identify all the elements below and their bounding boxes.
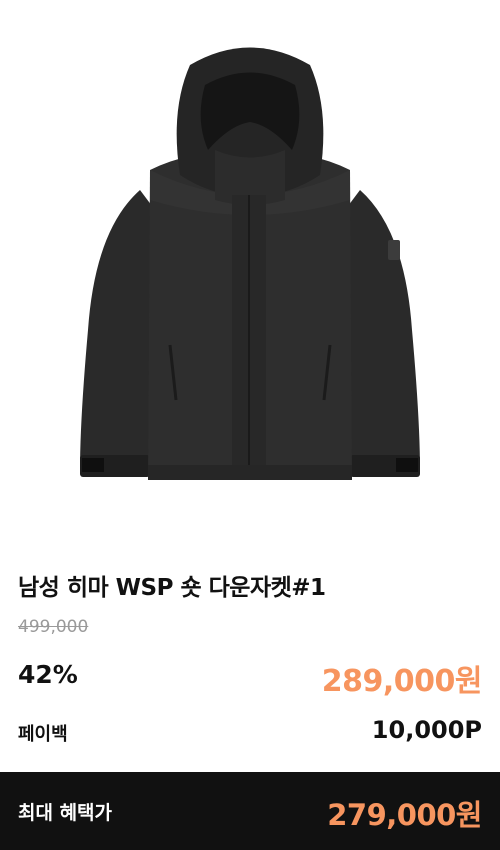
down-jacket-icon: [80, 47, 420, 480]
max-benefit-price: 279,000원: [327, 798, 482, 832]
discount-rate: 42%: [18, 660, 78, 689]
original-price: 499,000: [18, 617, 89, 637]
sale-price: 289,000원: [321, 664, 483, 699]
payback-value: 10,000P: [371, 716, 482, 744]
product-image[interactable]: [0, 0, 500, 540]
payback-label: 페이백: [18, 724, 68, 745]
max-benefit-bar[interactable]: 최대 혜택가 279,000원: [0, 772, 500, 850]
max-benefit-label: 최대 혜택가: [18, 802, 113, 824]
product-title[interactable]: 남성 히마 WSP 숏 다운자켓#1: [18, 568, 326, 602]
